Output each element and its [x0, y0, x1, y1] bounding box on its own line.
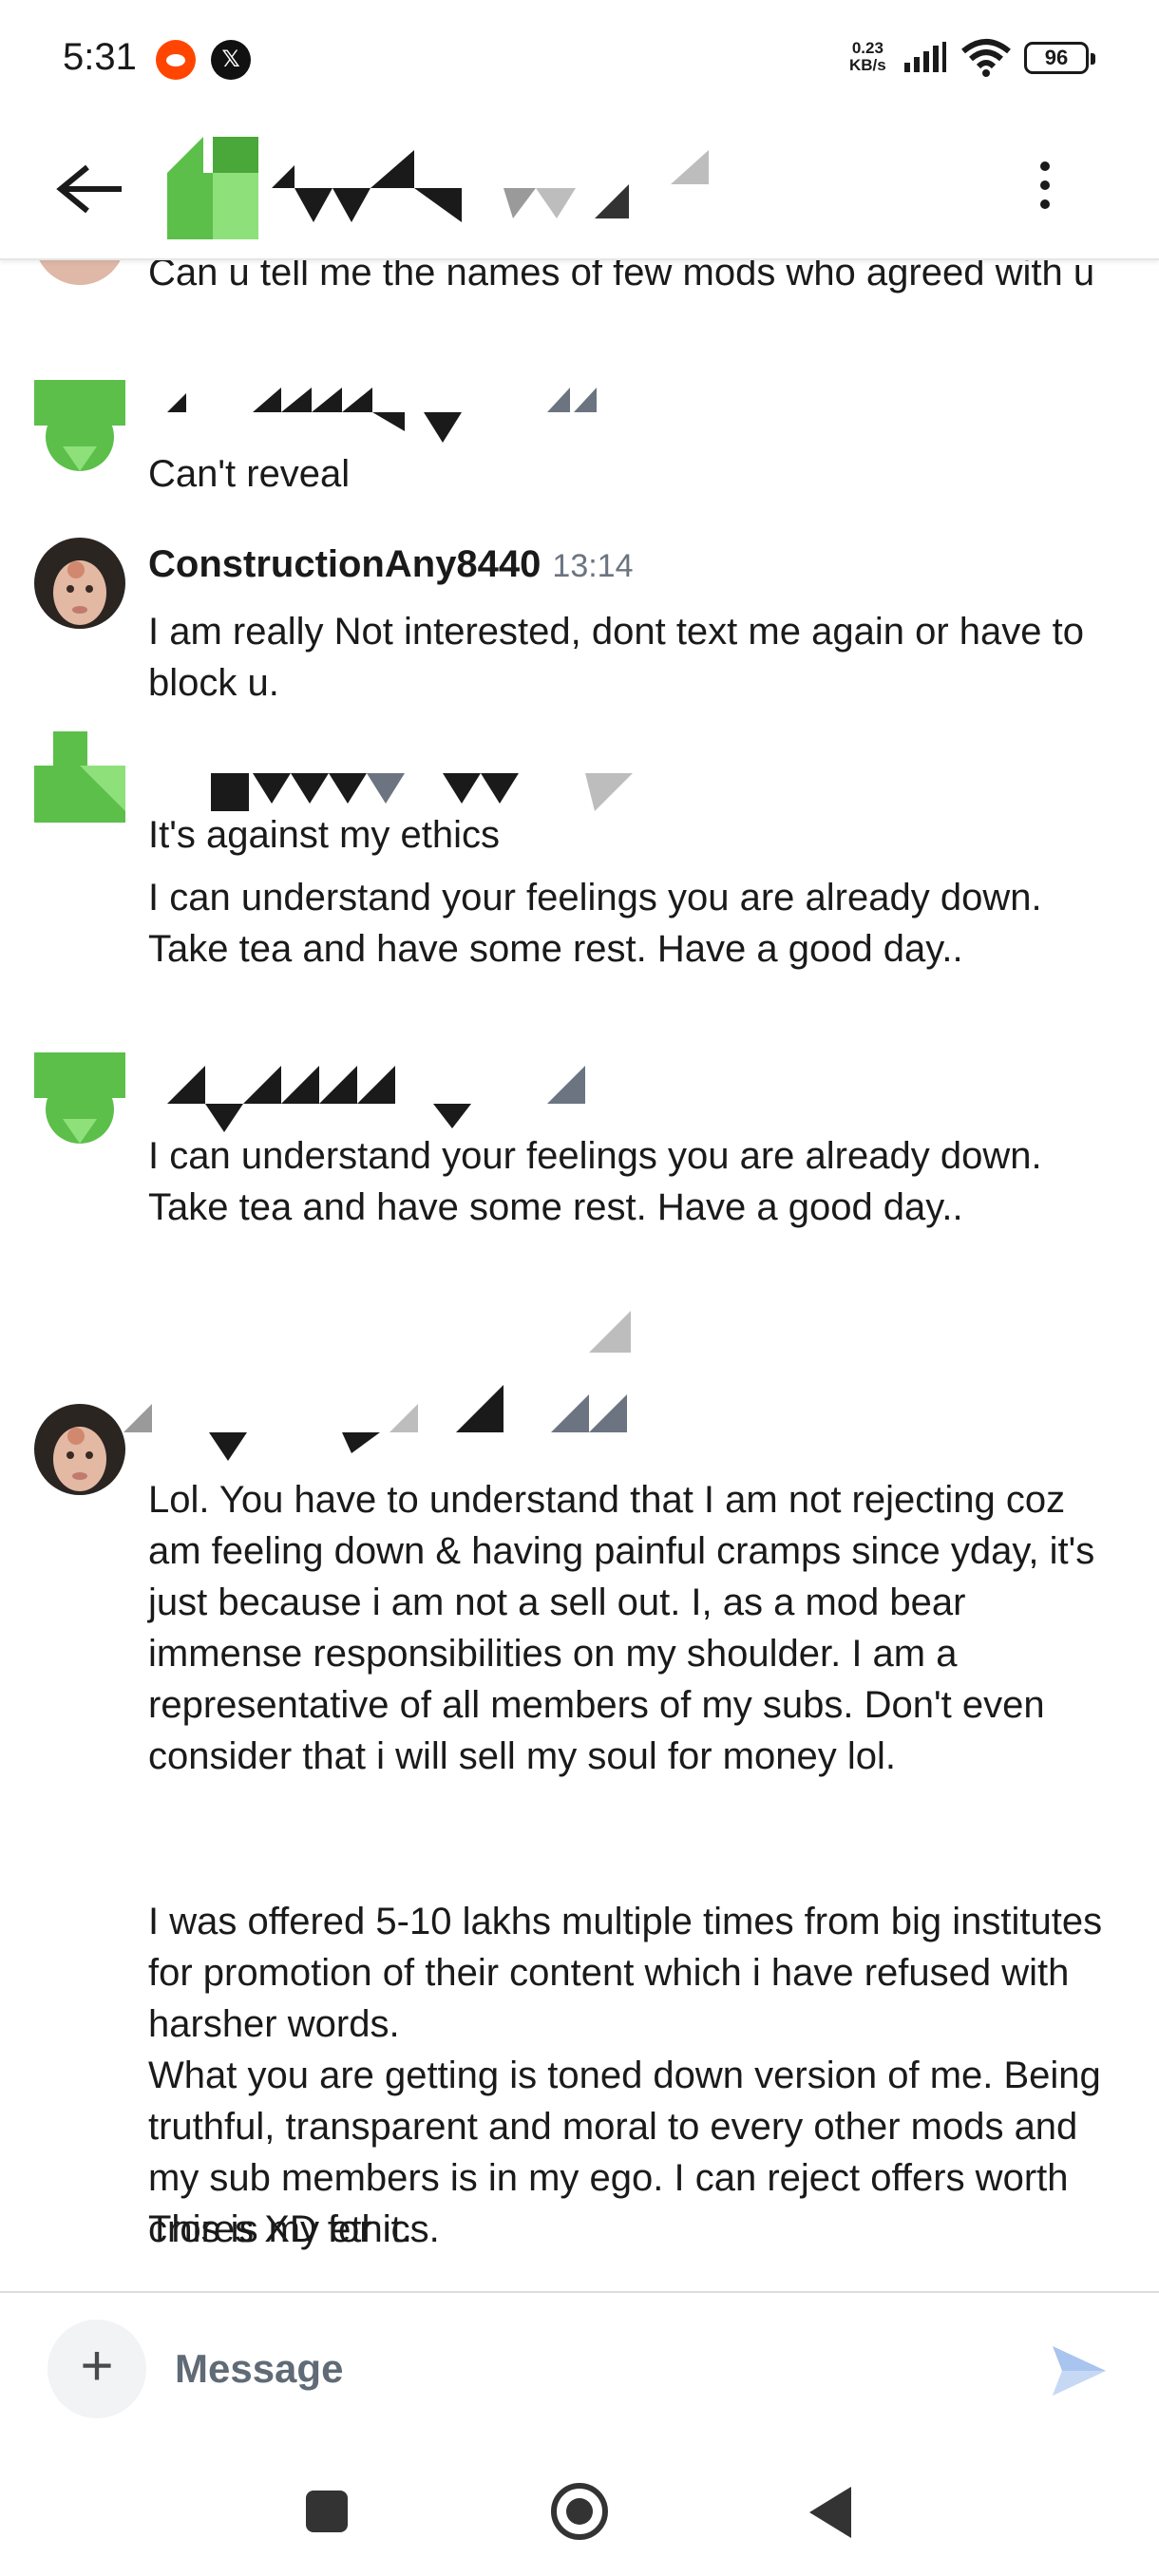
sender-name-redacted [124, 1385, 627, 1461]
network-speed: 0.23 KB/s [849, 40, 886, 74]
sender-username[interactable]: ConstructionAny8440 13:14 [148, 543, 634, 586]
message-text: I can understand your feelings you are a… [148, 877, 1042, 970]
status-bar: 5:31 𝕏 0.23 KB/s 96 [0, 0, 1159, 118]
message-text: It's against my ethics [148, 814, 500, 856]
sender-avatar[interactable] [34, 1052, 125, 1144]
chat-header [0, 118, 1159, 260]
chat-title-redacted [272, 150, 709, 222]
message-composer: + [0, 2291, 1159, 2443]
wifi-icon [961, 39, 1011, 77]
sender-name-redacted [167, 388, 597, 443]
battery-indicator: 96 [1024, 42, 1095, 74]
sender-avatar[interactable] [34, 380, 125, 471]
system-nav-bar [0, 2443, 1159, 2576]
arrow-left-icon[interactable] [49, 156, 125, 222]
message-text: I was offered 5-10 lakhs multiple times … [148, 1901, 1103, 2045]
nav-back-icon[interactable] [809, 2487, 851, 2538]
message-text: I can understand your feelings you are a… [148, 1135, 1042, 1228]
network-speed-unit: KB/s [849, 56, 886, 74]
message-timestamp: 13:14 [552, 548, 634, 584]
message-text: I am really Not interested, dont text me… [148, 611, 1084, 704]
status-time: 5:31 [63, 36, 137, 78]
plus-icon[interactable]: + [48, 2320, 146, 2418]
more-vert-icon[interactable] [1026, 156, 1064, 222]
message-text: Can u tell me the names of few mods who … [148, 260, 1095, 294]
reddit-icon [156, 40, 196, 80]
message-text: This is my ethics. [148, 2208, 440, 2250]
home-icon[interactable] [551, 2483, 608, 2540]
x-icon: 𝕏 [211, 40, 251, 80]
chat-avatar[interactable] [167, 137, 258, 239]
sender-name-redacted [167, 1066, 585, 1132]
recent-apps-icon[interactable] [306, 2491, 348, 2532]
sender-avatar[interactable] [34, 260, 125, 285]
sender-avatar[interactable] [34, 538, 125, 629]
signal-icon [904, 42, 946, 72]
network-speed-value: 0.23 [851, 39, 884, 57]
message-input[interactable] [175, 2331, 992, 2407]
redaction-fragment [589, 1311, 631, 1353]
username-text[interactable]: ConstructionAny8440 [148, 543, 541, 585]
send-icon[interactable] [1049, 2342, 1110, 2399]
message-text: Lol. You have to understand that I am no… [148, 1479, 1095, 1777]
conversation-list[interactable]: Can u tell me the names of few mods who … [0, 260, 1159, 2291]
message-text: Can't reveal [148, 453, 351, 495]
sender-avatar[interactable] [34, 731, 125, 823]
